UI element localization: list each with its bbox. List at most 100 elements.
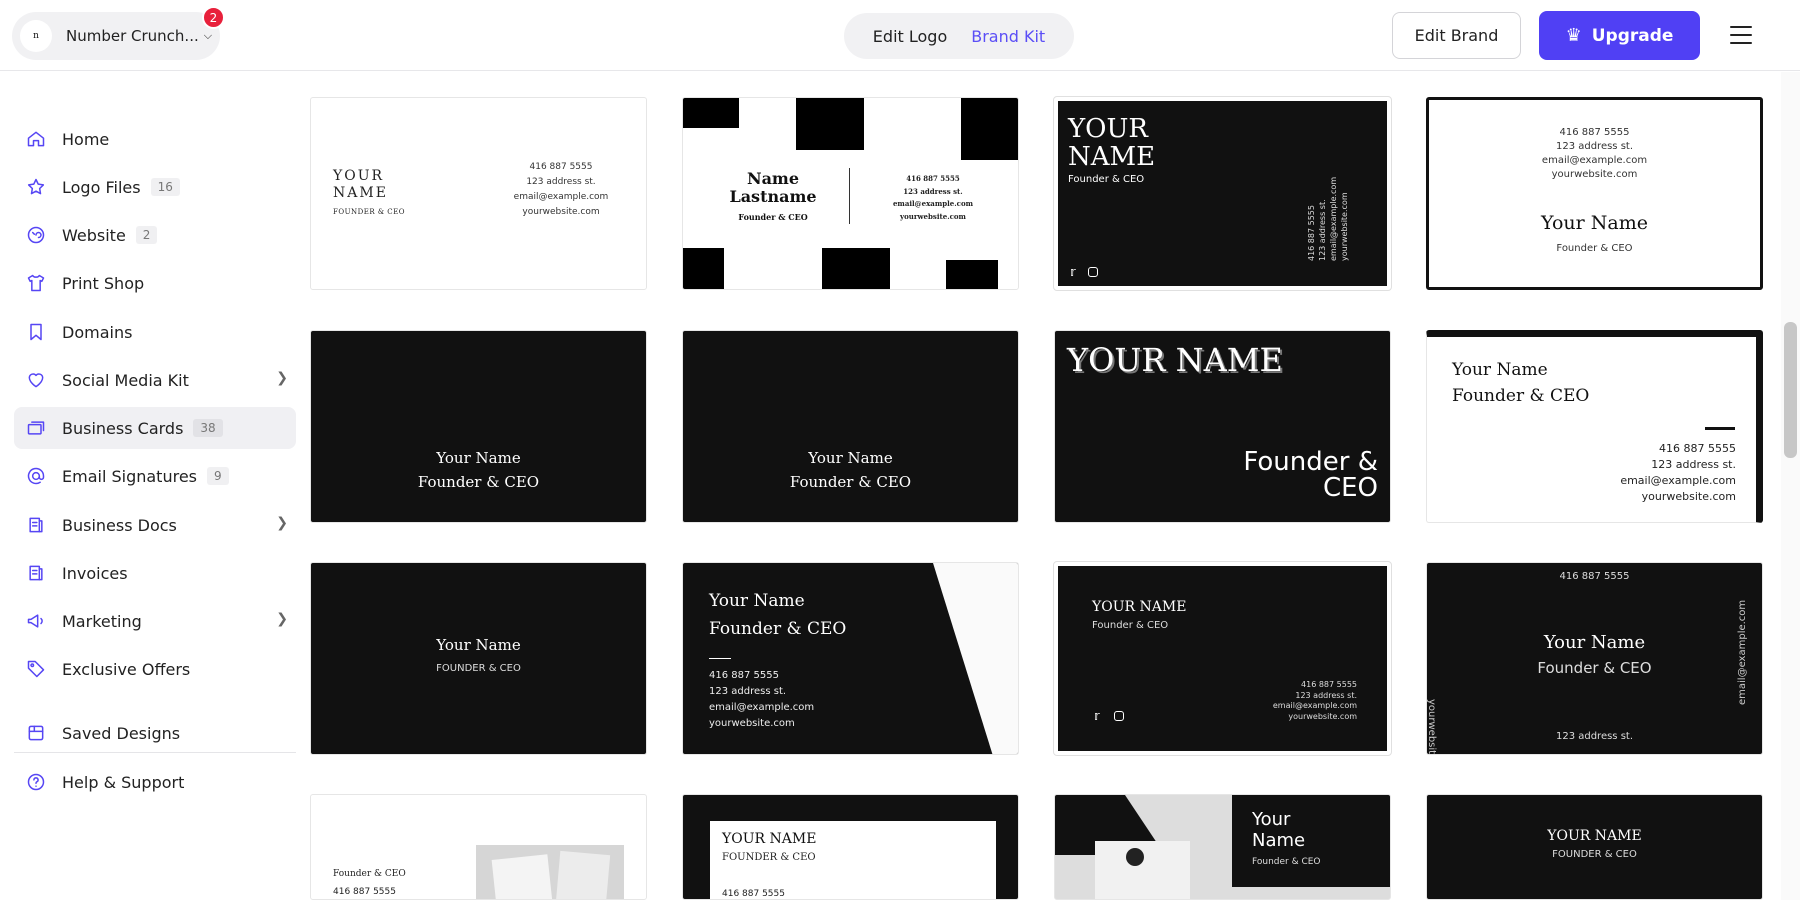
- business-card-template[interactable]: 416 887 5555 123 address st. email@examp…: [1426, 97, 1763, 290]
- card-website: yourwebsite.com: [900, 211, 966, 221]
- card-title: Founder & CEO: [333, 869, 406, 879]
- business-card-template[interactable]: Founder & CEO 416 887 5555: [310, 794, 647, 900]
- card-address: 123 address st.: [526, 177, 596, 187]
- card-website: yourwebsite.com: [1426, 699, 1437, 755]
- card-title: FOUNDER & CEO: [722, 852, 816, 863]
- sidebar-item-social-media-kit[interactable]: Social Media Kit ❯: [14, 359, 296, 401]
- instagram-icon: [1088, 267, 1098, 277]
- card-address: 123 address st.: [1651, 458, 1736, 471]
- saved-icon: [24, 721, 48, 745]
- edit-brand-button[interactable]: Edit Brand: [1392, 12, 1521, 59]
- card-email: email@example.com: [1737, 599, 1748, 705]
- sidebar-item-exclusive-offers[interactable]: Exclusive Offers: [14, 648, 296, 690]
- sidebar-item-invoices[interactable]: Invoices: [14, 552, 296, 594]
- card-address: 123 address st.: [1318, 199, 1327, 261]
- card-phone: 416 887 5555: [529, 162, 593, 172]
- card-address: 123 address st.: [903, 186, 963, 196]
- card-accent-line: [1705, 427, 1735, 430]
- sidebar-item-print-shop[interactable]: Print Shop: [14, 262, 296, 304]
- business-card-template[interactable]: YOUR NAME FOUNDER & CEO 416 887 5555: [682, 794, 1019, 900]
- sidebar-item-email-signatures[interactable]: Email Signatures 9: [14, 455, 296, 497]
- card-website: yourwebsite.com: [1340, 192, 1349, 261]
- megaphone-icon: [24, 609, 48, 633]
- chevron-right-icon: ❯: [276, 515, 288, 531]
- brand-switcher[interactable]: n Number Crunch... ⌵: [12, 12, 220, 60]
- business-card-template[interactable]: YOUR NAME Founder & CEO 416 887 5555 123…: [1053, 96, 1392, 291]
- card-email: email@example.com: [709, 702, 815, 713]
- business-card-template[interactable]: Your Name FOUNDER & CEO: [310, 562, 647, 755]
- sidebar-item-website[interactable]: Website 2: [14, 214, 296, 256]
- invoice-icon: [24, 561, 48, 585]
- upgrade-button[interactable]: ♛ Upgrade: [1539, 11, 1700, 60]
- card-name: YOUR NAME: [1067, 341, 1283, 379]
- scrollbar-thumb[interactable]: [1784, 322, 1797, 458]
- card-title-line: Founder &: [1243, 447, 1378, 477]
- card-name: Your Name: [808, 449, 893, 467]
- card-email: email@example.com: [513, 192, 609, 202]
- card-name-line: YOUR: [1068, 114, 1148, 144]
- card-phone: 416 887 5555: [722, 889, 785, 899]
- card-title-line: CEO: [1322, 473, 1378, 503]
- sidebar-item-label: Business Docs: [62, 515, 177, 535]
- business-card-template[interactable]: YOUR NAME Founder & CEO 416 887 5555 123…: [1053, 561, 1392, 756]
- sidebar-item-marketing[interactable]: Marketing ❯: [14, 600, 296, 642]
- card-address: 123 address st.: [1295, 690, 1357, 700]
- tab-edit-logo[interactable]: Edit Logo: [873, 27, 947, 46]
- business-card-template[interactable]: YOUR NAME FOUNDER & CEO 416 887 5555 123…: [310, 97, 647, 290]
- top-header: n Number Crunch... ⌵ 2 Edit Logo Brand K…: [0, 0, 1800, 71]
- card-name-line: Your: [1252, 809, 1291, 830]
- business-card-template[interactable]: YOUR NAME Founder & CEO: [1054, 330, 1391, 523]
- sidebar-item-label: Invoices: [62, 563, 128, 583]
- sidebar-item-label: Help & Support: [62, 772, 185, 792]
- card-website: yourwebsite.com: [1551, 169, 1638, 180]
- business-card-template[interactable]: Name Lastname Founder & CEO 416 887 5555…: [682, 97, 1019, 290]
- card-address: 123 address st.: [1555, 141, 1634, 152]
- crown-icon: ♛: [1565, 25, 1582, 46]
- card-email: email@example.com: [1272, 701, 1357, 710]
- card-name-line: YOUR: [333, 168, 385, 184]
- sidebar-item-saved-designs[interactable]: Saved Designs: [14, 712, 296, 754]
- card-name-line: Lastname: [729, 187, 817, 206]
- card-phone: 416 887 5555: [333, 887, 396, 897]
- business-card-template[interactable]: Your Name Founder & CEO 416 887 5555 123…: [682, 562, 1019, 755]
- card-phone: 416 887 5555: [709, 670, 779, 681]
- business-card-template[interactable]: YOUR NAME FOUNDER & CEO: [1426, 794, 1763, 900]
- card-name: Your Name: [709, 591, 805, 611]
- card-title: Founder & CEO: [1537, 659, 1652, 677]
- card-name: YOUR NAME: [1092, 599, 1187, 615]
- sidebar-item-business-docs[interactable]: Business Docs ❯: [14, 504, 296, 546]
- business-card-template[interactable]: Your Name Founder & CEO 416 887 5555 123…: [1426, 330, 1763, 523]
- sidebar-item-domains[interactable]: Domains: [14, 311, 296, 353]
- card-address: 123 address st.: [1555, 731, 1634, 742]
- sidebar-item-label: Domains: [62, 322, 133, 342]
- business-card-template[interactable]: 416 887 5555 Your Name Founder & CEO 123…: [1426, 562, 1763, 755]
- tab-brand-kit[interactable]: Brand Kit: [971, 27, 1045, 46]
- sidebar-item-help-support[interactable]: Help & Support: [14, 761, 296, 803]
- card-phone: 416 887 5555: [1559, 127, 1630, 138]
- business-card-template[interactable]: Your Name Founder & CEO: [1054, 794, 1391, 900]
- sidebar-item-home[interactable]: Home: [14, 118, 296, 160]
- card-title: Founder & CEO: [1452, 386, 1590, 406]
- card-email: email@example.com: [1541, 155, 1648, 166]
- sidebar-item-logo-files[interactable]: Logo Files 16: [14, 166, 296, 208]
- sidebar-item-label: Social Media Kit: [62, 370, 189, 390]
- home-icon: [24, 127, 48, 151]
- card-title: Founder & CEO: [1556, 243, 1633, 254]
- card-email: email@example.com: [1620, 474, 1736, 487]
- bookmark-icon: [24, 320, 48, 344]
- at-icon: [24, 464, 48, 488]
- sidebar-item-label: Exclusive Offers: [62, 659, 191, 679]
- shirt-icon: [24, 271, 48, 295]
- page-scrollbar[interactable]: [1781, 72, 1800, 900]
- business-card-template[interactable]: Your Name Founder & CEO: [682, 330, 1019, 523]
- sidebar-item-business-cards[interactable]: Business Cards 38: [14, 407, 296, 449]
- document-icon: [24, 513, 48, 537]
- sidebar-item-label: Saved Designs: [62, 723, 181, 743]
- notification-badge[interactable]: 2: [202, 6, 225, 29]
- card-title: Founder & CEO: [738, 212, 808, 222]
- business-card-template[interactable]: Your Name Founder & CEO: [310, 330, 647, 523]
- card-email: email@example.com: [1329, 176, 1338, 261]
- hamburger-menu-icon[interactable]: [1730, 26, 1752, 44]
- card-name: Your Name: [1452, 360, 1548, 380]
- card-title: Founder & CEO: [417, 473, 540, 491]
